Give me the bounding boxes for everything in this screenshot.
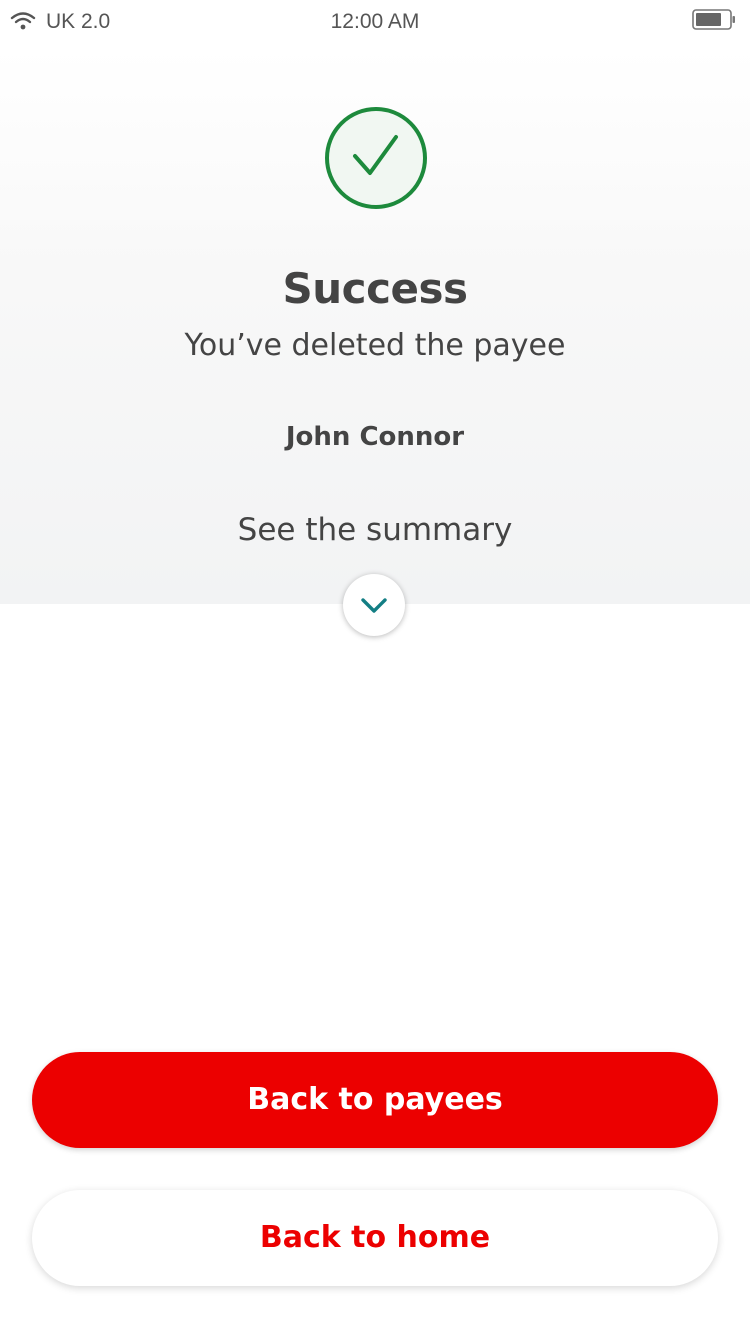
success-title: Success <box>282 264 468 313</box>
checkmark-circle-icon <box>325 107 427 209</box>
battery-icon <box>692 9 735 30</box>
success-message: You’ve deleted the payee <box>184 328 566 363</box>
expand-summary-button[interactable] <box>343 574 405 636</box>
status-bar: UK 2.0 12:00 AM <box>0 0 750 44</box>
payee-name: John Connor <box>285 422 465 452</box>
back-to-payees-button[interactable]: Back to payees <box>32 1052 718 1148</box>
chevron-down-icon <box>361 598 387 613</box>
see-summary-link[interactable]: See the summary <box>0 512 750 548</box>
back-to-home-button[interactable]: Back to home <box>32 1190 718 1286</box>
status-time: 12:00 AM <box>330 10 420 33</box>
